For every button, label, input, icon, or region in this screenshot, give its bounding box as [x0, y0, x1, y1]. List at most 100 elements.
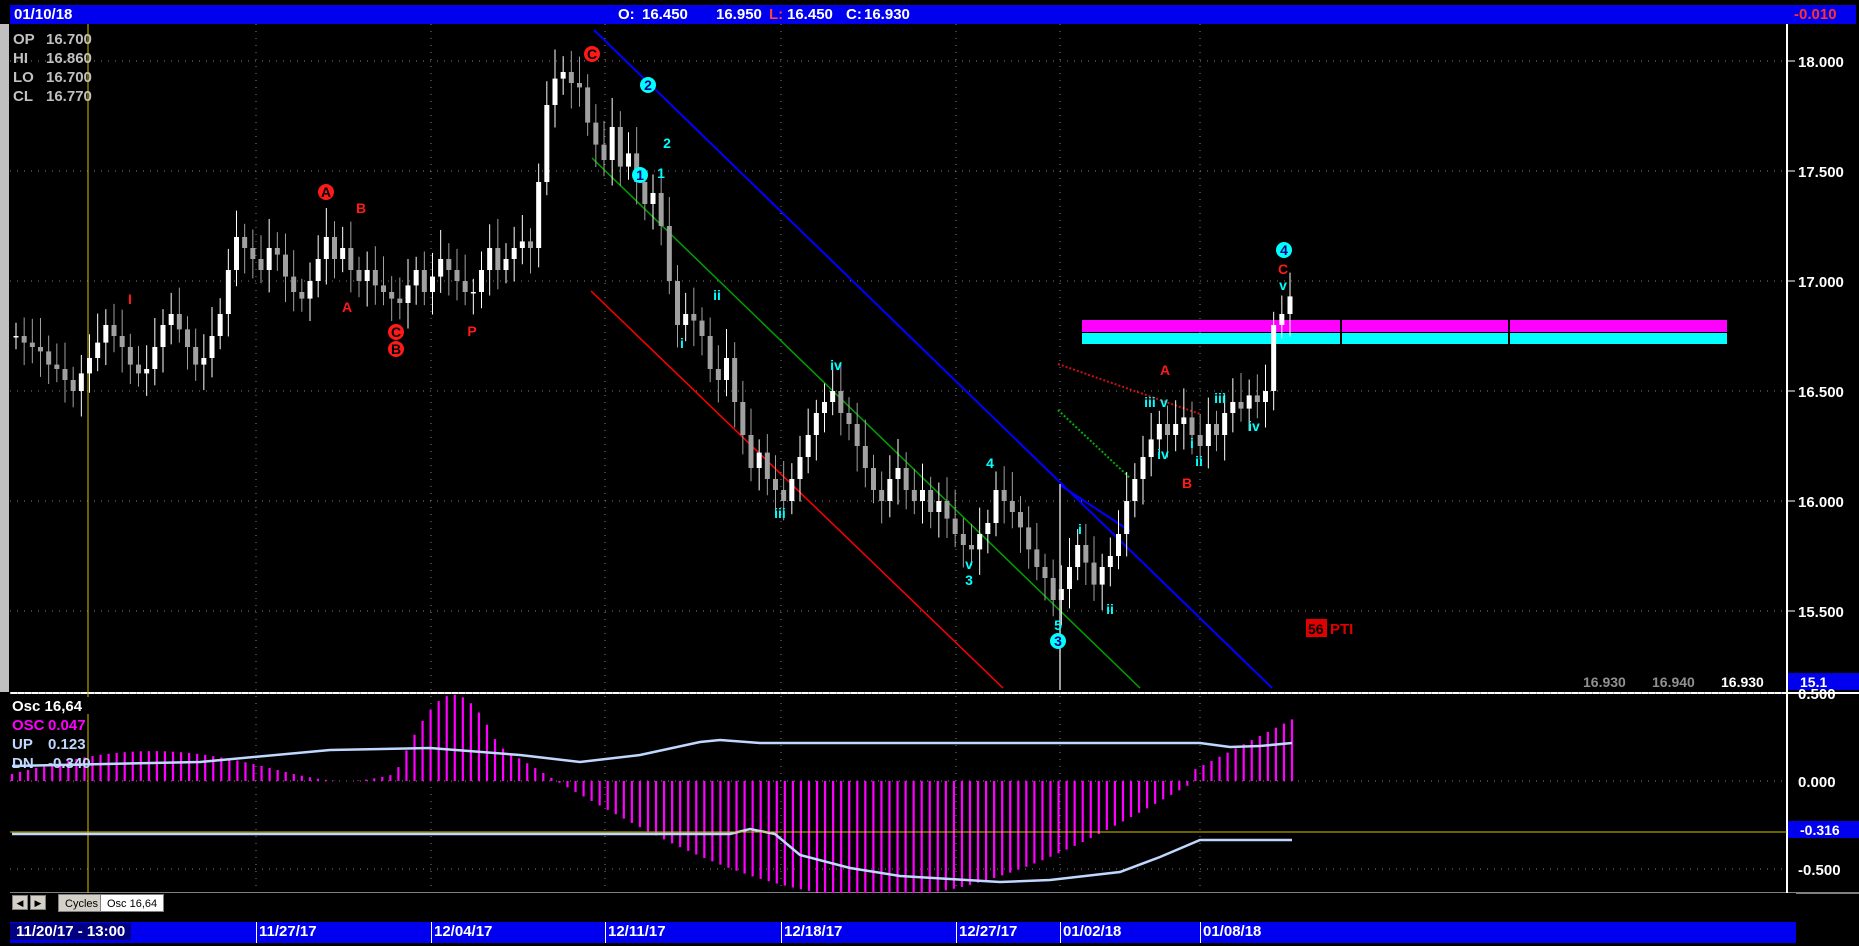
candle-body	[519, 241, 525, 248]
candle-body	[1205, 424, 1211, 446]
candle-body	[78, 373, 84, 391]
candle-body	[609, 127, 615, 160]
candle-body	[209, 336, 215, 358]
candle-body	[21, 336, 27, 343]
wave-label: I	[128, 291, 132, 307]
candle-body	[585, 87, 591, 123]
candle-body	[838, 391, 844, 413]
wave-label: ii	[1195, 453, 1203, 469]
tab-scroll-left-button[interactable]: ◀	[12, 895, 28, 910]
candle-body	[781, 490, 787, 501]
price-tick-label: 16.000	[1798, 494, 1844, 511]
candle-body	[1246, 395, 1252, 409]
candle-body	[389, 292, 395, 299]
candle-body	[732, 358, 738, 402]
candle-body	[552, 78, 558, 105]
candle-body	[103, 325, 109, 343]
candle-body	[144, 369, 150, 374]
candle-body	[168, 314, 174, 325]
candle-body	[936, 501, 942, 512]
wave-label: 3	[965, 572, 973, 588]
date-label: 01/08/18	[1203, 923, 1262, 940]
candle-body	[911, 490, 917, 501]
candle-body	[119, 336, 125, 347]
candle-body	[617, 127, 623, 167]
candle-body	[323, 237, 329, 259]
candle-body	[1107, 556, 1113, 567]
candle-body	[1124, 501, 1130, 534]
date-tick	[605, 922, 606, 943]
date-label: 12/04/17	[434, 923, 493, 940]
candle-body	[683, 314, 689, 325]
up-value: 0.123	[48, 736, 86, 753]
wave-label: P	[467, 323, 476, 339]
candle-body	[1116, 534, 1121, 556]
wave-label: iii	[1214, 390, 1226, 406]
candle-body	[13, 336, 19, 338]
ohlc-hi-value: 16.860	[46, 50, 92, 67]
price-tick-label: 17.000	[1798, 274, 1844, 291]
candle-body	[397, 298, 403, 303]
price-panel	[10, 24, 1786, 692]
candle-body	[495, 248, 501, 270]
candle-body	[225, 270, 231, 314]
dn-label: DN	[12, 755, 34, 772]
candle-body	[462, 281, 468, 292]
candle-body	[127, 347, 133, 365]
date-axis: 11/20/17 - 13:00 11/27/17 12/04/17 12/11/1…	[10, 922, 1796, 943]
candle-body	[813, 413, 819, 435]
tab-scroll-right-button[interactable]: ▶	[30, 895, 46, 910]
candle-body	[152, 347, 158, 369]
candle-body	[1263, 391, 1268, 402]
candle-body	[234, 237, 239, 270]
candle-body	[960, 534, 966, 545]
wave-label: A	[1160, 362, 1170, 378]
candle-body	[70, 380, 76, 391]
candle-body	[985, 523, 991, 534]
up-label: UP	[12, 736, 33, 753]
wave-label: A	[321, 184, 331, 200]
wave-label: iv	[1157, 446, 1169, 462]
wave-label: i	[1078, 521, 1082, 537]
candle-body	[528, 241, 533, 248]
candle-body	[568, 72, 574, 83]
candle-body	[185, 329, 190, 347]
candle-body	[62, 369, 68, 380]
bottom-value-1: 16.930	[1583, 674, 1626, 690]
candle-body	[764, 452, 770, 479]
date-tick	[431, 922, 432, 943]
date-tick	[256, 922, 257, 943]
wave-label: 2	[663, 135, 671, 151]
tab-osc[interactable]: Osc 16,64	[100, 894, 165, 912]
wave-label: C	[1278, 261, 1288, 277]
candle-body	[1279, 314, 1285, 325]
tab-cycles[interactable]: Cycles	[58, 894, 106, 912]
candle-body	[862, 446, 868, 468]
candle-body	[160, 325, 166, 347]
candle-body	[479, 270, 484, 292]
date-label: 01/02/18	[1063, 923, 1122, 940]
osc-tick-label: -0.500	[1798, 862, 1841, 879]
wave-label: i	[1190, 435, 1194, 451]
candle-body	[724, 358, 729, 380]
candle-body	[715, 369, 721, 380]
candle-body	[356, 270, 362, 281]
candle-body	[1132, 479, 1138, 501]
candle-body	[1083, 545, 1089, 563]
osc-tick-label: 0.000	[1798, 774, 1836, 791]
wave-label: iii	[774, 505, 786, 521]
wave-label: 3	[1054, 633, 1062, 649]
chart-canvas: ABACBIPC1212iiiiiiivv3453iiiiiiivviiiABi…	[10, 24, 1859, 898]
osc-axis: 0.500 0.000 -0.500	[1798, 686, 1841, 879]
candle-body	[993, 490, 999, 523]
candle-body	[560, 72, 566, 79]
candle-body	[266, 248, 272, 270]
candle-body	[920, 490, 925, 501]
candle-body	[332, 237, 337, 259]
ohlc-lo-value: 16.700	[46, 69, 92, 86]
candle-body	[903, 468, 909, 490]
dn-value: -0.340	[48, 755, 91, 772]
candle-body	[438, 259, 444, 277]
candle-body	[707, 336, 713, 369]
candle-body	[642, 182, 648, 204]
